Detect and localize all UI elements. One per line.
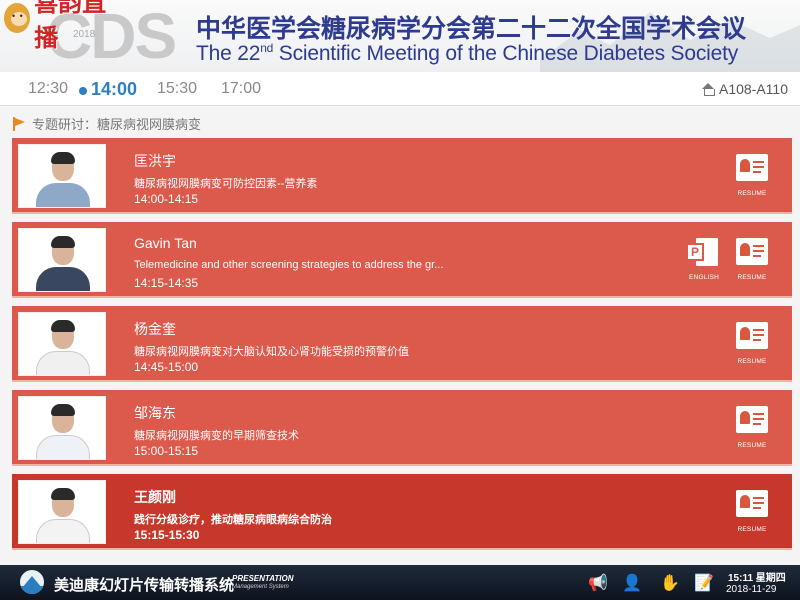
resume-button[interactable]: RESUME (730, 490, 774, 536)
room-label: A108-A110 (701, 81, 788, 97)
time-slot-1[interactable]: 12:30 (28, 80, 68, 98)
system-subtitle: PRESENTATION (232, 574, 294, 583)
megaphone-icon[interactable]: 📢 (588, 573, 608, 593)
speaker-topic: 糖尿病视网膜病变可防控因素--营养素 (134, 178, 318, 190)
speaker-topic: Telemedicine and other screening strateg… (134, 259, 444, 271)
speaker-name: 王颜刚 (134, 489, 176, 505)
conference-title-cn: 中华医学会糖尿病学分会第二十二次全国学术会议 (196, 15, 747, 43)
speaker-photo (18, 312, 106, 376)
speaker-card[interactable]: 邹海东 糖尿病视网膜病变的早期筛查技术 15:00-15:15 RESUME (12, 390, 792, 466)
speaker-topic: 糖尿病视网膜病变对大脑认知及心肾功能受损的预警价值 (134, 346, 409, 358)
user-switch-icon[interactable]: 👤 (622, 573, 642, 593)
english-slides-button[interactable]: P ENGLISH (682, 238, 726, 284)
session-label: 专题研讨：糖尿病视网膜病变 (32, 117, 202, 132)
room-text: A108-A110 (718, 81, 788, 97)
session-title: 专题研讨：糖尿病视网膜病变 (12, 114, 201, 133)
resume-label: RESUME (737, 190, 767, 197)
header-banner: CDS 2018 中华医学会糖尿病学分会第二十二次全国学术会议 The 22nd… (0, 0, 800, 72)
resume-icon (736, 490, 768, 517)
speaker-card[interactable]: 匡洪宇 糖尿病视网膜病变可防控因素--营养素 14:00-14:15 RESUM… (12, 138, 792, 214)
watermark-text: 喜韵直播 (34, 0, 107, 52)
resume-icon (736, 238, 768, 265)
speaker-photo (18, 396, 106, 460)
resume-icon (736, 322, 768, 349)
resume-icon (736, 406, 768, 433)
resume-icon (736, 154, 768, 181)
speaker-photo (18, 144, 106, 208)
stream-watermark: 喜韵直播 (0, 0, 118, 52)
system-subtitle-small: Management System (232, 584, 289, 590)
speaker-time: 15:00-15:15 (134, 444, 199, 458)
speaker-topic: 糖尿病视网膜病变的早期筛查技术 (134, 430, 299, 442)
monkey-icon (4, 3, 31, 33)
resume-label: RESUME (737, 526, 767, 533)
speaker-time: 15:15-15:30 (134, 528, 200, 542)
speaker-photo (18, 480, 106, 544)
time-slot-4[interactable]: 17:00 (221, 80, 261, 98)
taskbar: 美迪康幻灯片传输转播系统 PRESENTATION Management Sys… (0, 565, 800, 600)
hand-raise-icon[interactable]: ✋ (660, 573, 680, 593)
clock-time: 15:11 星期四 (728, 573, 786, 584)
house-icon (701, 83, 715, 96)
powerpoint-icon: P (686, 238, 720, 268)
speaker-card-active[interactable]: 王颜刚 践行分级诊疗，推动糖尿病眼病综合防治 15:15-15:30 RESUM… (12, 474, 792, 550)
active-time-dot-icon (79, 87, 87, 95)
speaker-name: Gavin Tan (134, 235, 197, 251)
speaker-topic: 践行分级诊疗，推动糖尿病眼病综合防治 (134, 514, 332, 526)
speaker-name: 杨金奎 (134, 321, 176, 337)
conference-title-en: The 22nd Scientific Meeting of the Chine… (196, 41, 739, 65)
speaker-time: 14:00-14:15 (134, 192, 199, 206)
speaker-photo (18, 228, 106, 292)
speaker-card[interactable]: 杨金奎 糖尿病视网膜病变对大脑认知及心肾功能受损的预警价值 14:45-15:0… (12, 306, 792, 382)
resume-label: RESUME (737, 274, 767, 281)
time-slot-2[interactable]: 14:00 (91, 79, 137, 100)
resume-button[interactable]: RESUME (730, 406, 774, 452)
resume-button[interactable]: RESUME (730, 154, 774, 200)
resume-button[interactable]: RESUME (730, 238, 774, 284)
speaker-time: 14:45-15:00 (134, 360, 199, 374)
resume-label: RESUME (737, 358, 767, 365)
speaker-card[interactable]: Gavin Tan Telemedicine and other screeni… (12, 222, 792, 298)
speaker-name: 匡洪宇 (134, 153, 176, 169)
flag-icon (12, 116, 26, 131)
clock-date: 2018-11-29 (726, 584, 777, 595)
resume-label: RESUME (737, 442, 767, 449)
notes-icon[interactable]: 📝 (694, 573, 714, 593)
speaker-name: 邹海东 (134, 405, 176, 421)
speaker-time: 14:15-14:35 (134, 276, 199, 290)
resume-button[interactable]: RESUME (730, 322, 774, 368)
time-bar: 12:30 14:00 15:30 17:00 A108-A110 (0, 72, 800, 106)
system-logo-icon[interactable] (20, 570, 44, 594)
time-slot-3[interactable]: 15:30 (157, 80, 197, 98)
english-label: ENGLISH (689, 274, 719, 281)
system-title: 美迪康幻灯片传输转播系统 (54, 577, 235, 594)
